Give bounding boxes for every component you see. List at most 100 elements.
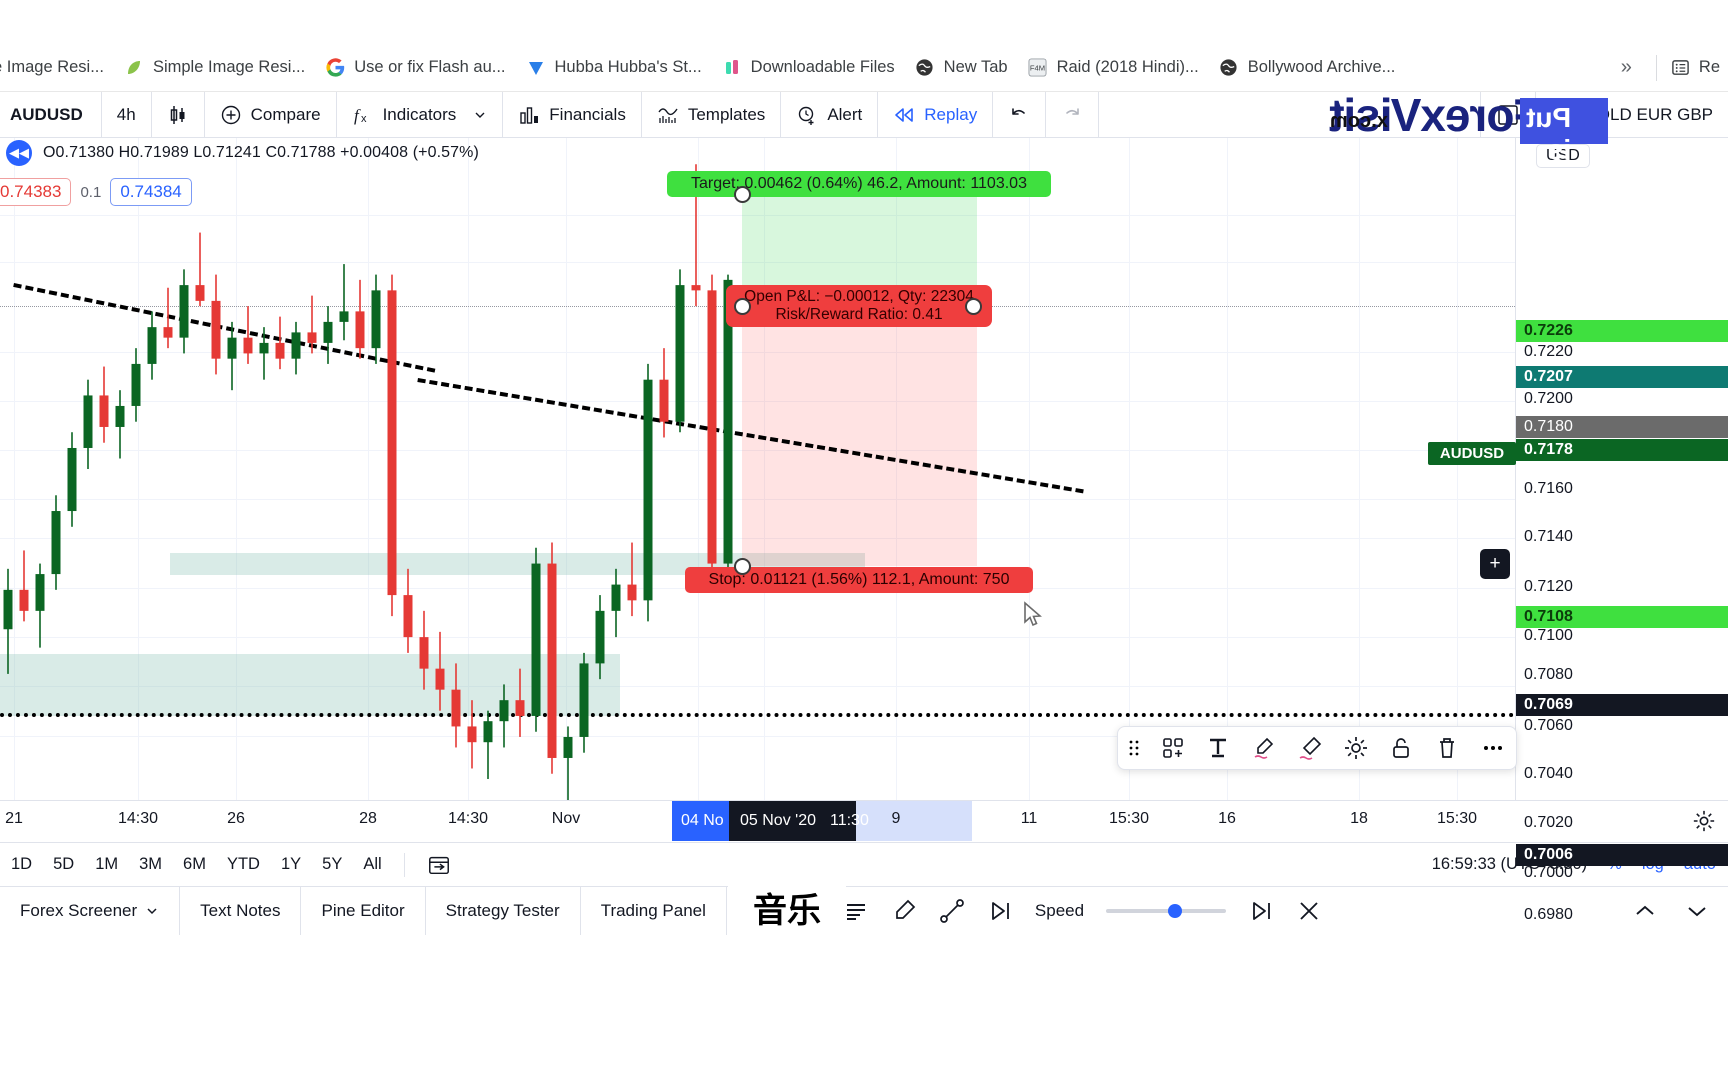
drag-handle-icon[interactable] (1128, 738, 1140, 758)
bookmark-item[interactable]: Simple Image Resi... (114, 49, 315, 87)
symbol-label: AUDUSD (10, 104, 83, 124)
ask-price[interactable]: 0.74384 (110, 178, 192, 206)
replay-current-marker[interactable]: 05 Nov '20 11:30 (729, 801, 869, 841)
chevron-down-icon[interactable] (1684, 898, 1710, 924)
time-axis-label: 11 (1020, 810, 1038, 827)
reading-list-label: Re (1698, 58, 1720, 76)
bottom-tab-label: Forex Screener (20, 901, 138, 920)
close-icon[interactable] (1296, 898, 1322, 924)
speed-slider[interactable] (1106, 904, 1227, 918)
range-button-5d[interactable]: 5D (44, 851, 83, 878)
bar-chart-icon (518, 104, 540, 126)
range-button-6m[interactable]: 6M (174, 851, 215, 878)
replay-button[interactable]: Replay (878, 92, 994, 137)
list-icon[interactable] (843, 898, 869, 924)
bookmark-item[interactable]: Downloadable Files (712, 49, 905, 87)
tradingview-app: e Image Resi... Simple Image Resi... Use… (0, 0, 1728, 1080)
bottom-tab-text-notes[interactable]: Text Notes (180, 887, 302, 935)
bookmark-item[interactable]: Use or fix Flash au... (315, 49, 515, 87)
text-icon[interactable] (1205, 735, 1231, 761)
time-axis-label: 18 (1350, 810, 1368, 827)
chart-type-button[interactable] (152, 92, 205, 137)
goto-date-icon[interactable] (418, 849, 460, 881)
gear-icon[interactable] (1692, 809, 1716, 833)
price-axis[interactable]: USD 0.7226 0.7220 0.7207 0.7200 0.7180 0.7178… (1428, 138, 1728, 923)
bookmark-item[interactable]: Bollywood Archive... (1209, 49, 1406, 87)
entry-handle[interactable] (734, 298, 751, 315)
gear-icon[interactable] (1343, 735, 1369, 761)
alert-button[interactable]: Alert (781, 92, 879, 137)
price-axis-label: 0.7160 (1524, 480, 1573, 497)
replay-date: 05 Nov '20 (740, 812, 816, 829)
range-button-5y[interactable]: 5Y (313, 851, 351, 878)
stop-handle[interactable] (734, 558, 751, 575)
templates-button[interactable]: Templates (642, 92, 782, 137)
price-axis-label: 0.7060 (1524, 717, 1573, 734)
layout-checkbox[interactable] (1481, 92, 1536, 137)
reading-list-button[interactable]: Re (1671, 58, 1720, 77)
alarm-clock-icon (796, 104, 818, 126)
price-axis-label: 0.7140 (1524, 528, 1573, 545)
path-icon[interactable] (939, 898, 965, 924)
highlight-icon[interactable] (1297, 735, 1323, 761)
bid-price[interactable]: 0.74383 (0, 178, 72, 206)
alert-label: Alert (827, 104, 863, 124)
range-button-all[interactable]: All (354, 851, 390, 878)
undo-icon (1008, 104, 1030, 126)
brush-icon[interactable] (891, 898, 917, 924)
bookmark-item[interactable]: New Tab (905, 49, 1018, 87)
entry-handle-right[interactable] (965, 298, 982, 315)
bottom-tab-trading-panel[interactable]: Trading Panel (581, 887, 727, 935)
trash-icon[interactable] (1434, 735, 1460, 761)
bottom-tab-label: Trading Panel (600, 901, 706, 920)
lock-icon[interactable] (1388, 735, 1414, 761)
add-order-icon[interactable]: + (1480, 549, 1510, 579)
range-button-3m[interactable]: 3M (130, 851, 171, 878)
bookmark-item[interactable]: e Image Resi... (0, 49, 114, 87)
bottom-tab-label: Pine Editor (321, 901, 405, 920)
bottom-tab-label: Text Notes (200, 901, 281, 920)
chart-canvas[interactable] (0, 138, 1515, 800)
grid-add-icon[interactable] (1160, 735, 1186, 761)
bookmark-item[interactable]: F4M Raid (2018 Hindi)... (1018, 49, 1209, 87)
f4m-icon: F4M (1028, 58, 1048, 78)
watchlist-button[interactable]: GOLD EUR GBP (1536, 92, 1728, 137)
open-pl-box[interactable]: Open P&L: −0.00012, Qty: 22304 Risk/Rewa… (726, 285, 992, 327)
price-axis-label: 0.7120 (1524, 578, 1573, 595)
bookmark-item[interactable]: Hubba Hubba's St... (516, 49, 712, 87)
target-handle[interactable] (734, 186, 751, 203)
more-icon[interactable] (1480, 735, 1506, 761)
candles-icon (167, 104, 189, 126)
range-button-ytd[interactable]: YTD (218, 851, 269, 878)
interval-button[interactable]: 4h (102, 92, 152, 137)
indicators-button[interactable]: fx Indicators (337, 92, 504, 137)
speed-slider-knob[interactable] (1168, 904, 1183, 918)
bottom-tab-strategy-tester[interactable]: Strategy Tester (426, 887, 581, 935)
time-axis[interactable]: 04 No 05 Nov '20 11:30 21 14:30 26 28 14:30 N… (0, 800, 1728, 842)
undo-button[interactable] (993, 92, 1047, 137)
jump-to-end-icon[interactable] (1248, 898, 1274, 924)
target-label-box[interactable]: Target: 0.00462 (0.64%) 46.2, Amount: 11… (667, 171, 1051, 197)
bottom-tab-pine-editor[interactable]: Pine Editor (301, 887, 426, 935)
currency-chip[interactable]: USD (1536, 144, 1590, 168)
floating-drawing-toolbar[interactable] (1117, 726, 1517, 770)
redo-button[interactable] (1046, 92, 1100, 137)
symbol-button[interactable]: AUDUSD (0, 92, 102, 137)
brush-icon[interactable] (1251, 735, 1277, 761)
pl-line-1: Open P&L: −0.00012, Qty: 22304 (744, 287, 974, 305)
range-button-1m[interactable]: 1M (86, 851, 127, 878)
replay-start-marker[interactable]: 04 No (672, 801, 729, 841)
collapse-left-icon[interactable]: ◀◀ (6, 140, 32, 166)
chevron-down-icon[interactable] (473, 108, 487, 122)
chevron-up-icon[interactable] (1632, 898, 1658, 924)
chevron-down-icon[interactable] (145, 904, 159, 918)
play-icon[interactable] (987, 898, 1013, 924)
range-button-1d[interactable]: 1D (2, 851, 41, 878)
bookmark-overflow-button[interactable]: » (1611, 54, 1642, 81)
range-button-1y[interactable]: 1Y (272, 851, 310, 878)
svg-text:x: x (361, 113, 367, 125)
time-axis-label: 28 (359, 810, 377, 827)
financials-button[interactable]: Financials (503, 92, 642, 137)
bottom-tab-forex-screener[interactable]: Forex Screener (0, 887, 181, 935)
compare-button[interactable]: Compare (205, 92, 337, 137)
